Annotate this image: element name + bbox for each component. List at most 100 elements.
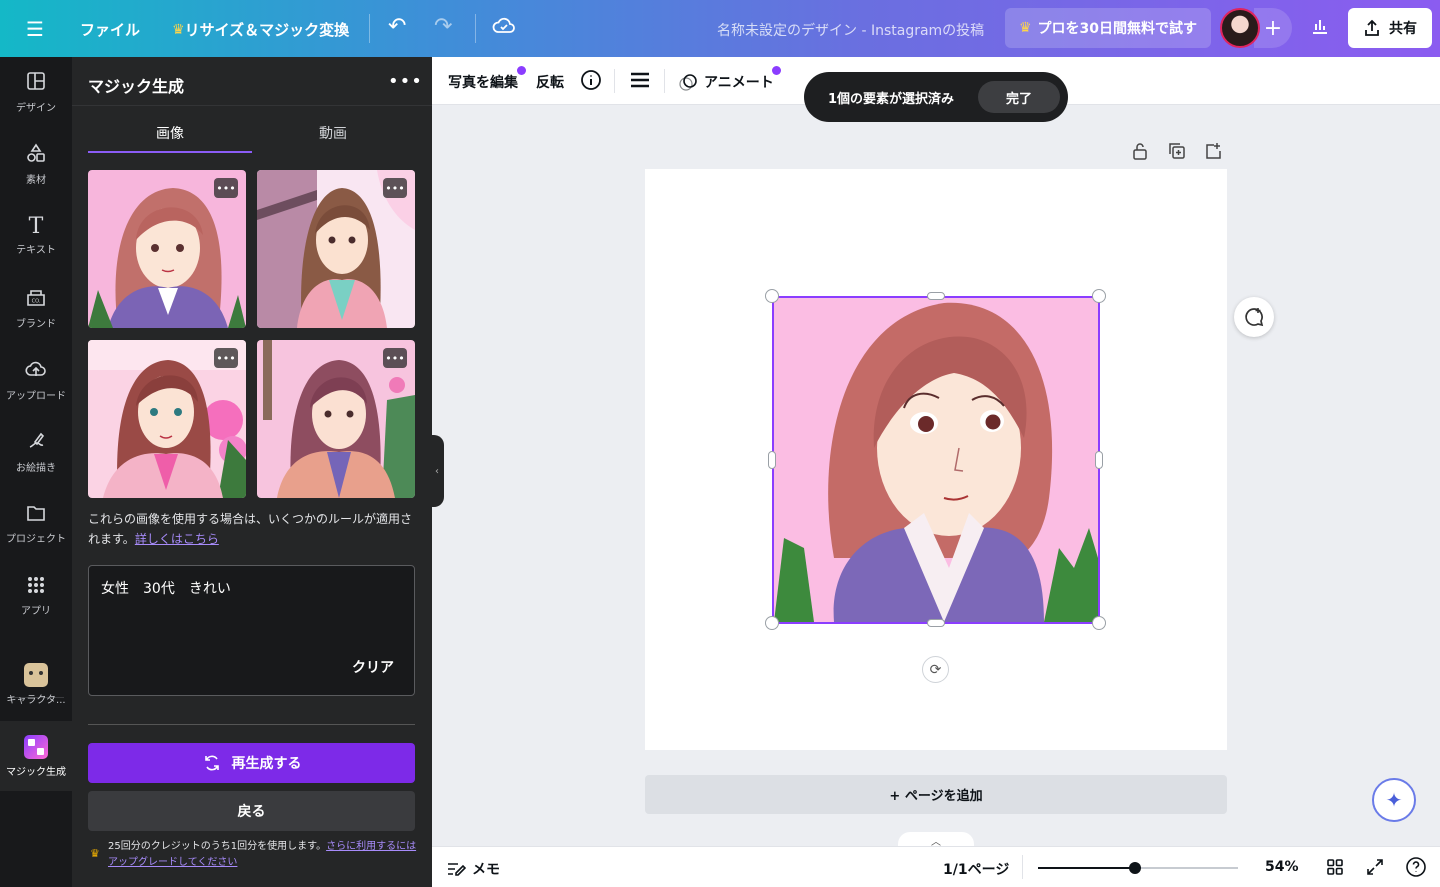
- rail-label: ブランド: [16, 318, 56, 330]
- lock-icon[interactable]: [1132, 142, 1148, 164]
- document-title[interactable]: 名称未設定のデザイン - Instagramの投稿: [717, 20, 984, 40]
- resize-handle-right[interactable]: [1095, 451, 1103, 469]
- rail-item-elements[interactable]: 素材: [0, 129, 72, 199]
- resize-magic-button[interactable]: ♛ リサイズ＆マジック変換: [172, 19, 349, 40]
- rail-label: 素材: [26, 174, 46, 186]
- resize-handle-bottom-left[interactable]: [765, 616, 779, 630]
- back-button[interactable]: 戻る: [88, 791, 415, 831]
- rotate-handle-icon[interactable]: ⟳: [922, 656, 949, 683]
- grid-view-icon[interactable]: [1326, 858, 1344, 876]
- share-icon: [1365, 19, 1379, 36]
- add-page-icon[interactable]: [1204, 142, 1222, 164]
- selection-toast: 1個の要素が選択済み 完了: [804, 72, 1068, 122]
- magic-media-icon: [24, 734, 48, 759]
- rail-item-magic-media[interactable]: マジック生成: [0, 721, 72, 791]
- resize-handle-bottom[interactable]: [927, 619, 945, 627]
- refresh-icon: [204, 755, 219, 771]
- help-icon[interactable]: [1405, 856, 1427, 878]
- rail-label: プロジェクト: [6, 533, 66, 545]
- tab-image[interactable]: 画像: [156, 123, 184, 143]
- upload-icon: [25, 359, 47, 383]
- selection-count-label: 1個の要素が選択済み: [828, 92, 955, 107]
- resize-handle-top[interactable]: [927, 292, 945, 300]
- page-indicator[interactable]: 1/1ページ: [943, 859, 1009, 879]
- scroll-fade: [88, 722, 415, 726]
- rail-label: お絵描き: [16, 462, 56, 474]
- magic-media-panel: マジック生成 ••• 画像 動画 ••• ••• ••• ••• これらの画像を…: [72, 57, 432, 887]
- side-rail: デザイン 素材 T テキスト CO. ブランド アップロード お絵描き プロジェ…: [0, 57, 72, 887]
- cloud-save-icon[interactable]: [492, 15, 516, 37]
- rail-label: アップロード: [6, 390, 66, 402]
- redo-icon[interactable]: ↷: [434, 14, 452, 39]
- selected-image[interactable]: [772, 296, 1100, 624]
- zoom-level[interactable]: 54%: [1265, 859, 1299, 875]
- generated-image-1[interactable]: •••: [88, 170, 246, 328]
- apps-icon: [27, 576, 45, 598]
- layout-icon: [26, 71, 46, 95]
- rail-item-draw[interactable]: お絵描き: [0, 417, 72, 487]
- image-options-button[interactable]: •••: [383, 178, 407, 198]
- rail-label: マジック生成: [6, 766, 66, 778]
- prompt-textarea[interactable]: 女性 30代 きれい クリア: [88, 565, 415, 696]
- image-options-button[interactable]: •••: [214, 178, 238, 198]
- active-tab-indicator: [88, 151, 252, 153]
- resize-handle-bottom-right[interactable]: [1092, 616, 1106, 630]
- share-button[interactable]: 共有: [1348, 8, 1432, 48]
- zoom-slider-knob[interactable]: [1129, 862, 1141, 874]
- zoom-slider[interactable]: [1038, 862, 1238, 874]
- folder-icon: [26, 504, 46, 526]
- prompt-value: 女性 30代 きれい: [101, 581, 231, 597]
- rail-item-brand[interactable]: CO. ブランド: [0, 273, 72, 343]
- bottom-bar: メモ 1/1ページ 54%: [432, 846, 1440, 887]
- learn-more-link[interactable]: 詳しくはこちら: [135, 532, 219, 546]
- clear-button[interactable]: クリア: [352, 657, 394, 677]
- rail-item-apps[interactable]: アプリ: [0, 561, 72, 631]
- file-menu[interactable]: ファイル: [80, 19, 140, 40]
- collapse-panel-button[interactable]: ‹: [430, 435, 444, 507]
- resize-label: リサイズ＆マジック変換: [184, 21, 350, 39]
- generated-image-4[interactable]: •••: [257, 340, 415, 498]
- crown-icon: ♛: [172, 21, 185, 38]
- usage-rules-notice: これらの画像を使用する場合は、いくつかのルールが適用されます。詳しくはこちら: [88, 509, 416, 549]
- resize-handle-left[interactable]: [768, 451, 776, 469]
- rail-label: アプリ: [21, 605, 51, 617]
- rail-item-design[interactable]: デザイン: [0, 57, 72, 127]
- image-options-button[interactable]: •••: [383, 348, 407, 368]
- done-button[interactable]: 完了: [978, 81, 1060, 113]
- generated-image-2[interactable]: •••: [257, 170, 415, 328]
- add-comment-icon[interactable]: [1234, 297, 1274, 337]
- fullscreen-icon[interactable]: [1366, 858, 1384, 876]
- menu-icon[interactable]: ☰: [26, 17, 44, 41]
- pro-trial-label: プロを30日間無料で試す: [1037, 21, 1198, 37]
- add-page-button[interactable]: + ページを追加: [645, 775, 1227, 814]
- divider: [72, 105, 432, 106]
- info-icon[interactable]: [580, 69, 602, 91]
- border-style-icon[interactable]: [630, 71, 650, 89]
- rail-item-projects[interactable]: プロジェクト: [0, 489, 72, 559]
- tab-video[interactable]: 動画: [319, 123, 347, 143]
- image-options-button[interactable]: •••: [214, 348, 238, 368]
- pro-trial-button[interactable]: ♛ プロを30日間無料で試す: [1005, 8, 1211, 48]
- more-options-icon[interactable]: •••: [388, 71, 423, 92]
- regenerate-button[interactable]: 再生成する: [88, 743, 415, 783]
- divider: [614, 69, 615, 93]
- insights-icon[interactable]: [1310, 16, 1330, 36]
- rail-item-upload[interactable]: アップロード: [0, 345, 72, 415]
- resize-handle-top-left[interactable]: [765, 289, 779, 303]
- resize-handle-top-right[interactable]: [1092, 289, 1106, 303]
- flip-button[interactable]: 反転: [536, 72, 564, 92]
- edit-photo-button[interactable]: 写真を編集: [448, 72, 518, 92]
- rail-item-character[interactable]: キャラクタ...: [0, 649, 72, 719]
- svg-text:CO.: CO.: [32, 298, 41, 304]
- notification-dot: [772, 66, 781, 75]
- generated-image-3[interactable]: •••: [88, 340, 246, 498]
- magic-sparkle-icon[interactable]: ✦: [1372, 778, 1416, 822]
- brand-icon: CO.: [25, 287, 47, 311]
- rail-item-text[interactable]: T テキスト: [0, 201, 72, 271]
- animate-button[interactable]: アニメート: [678, 72, 774, 92]
- notes-button[interactable]: メモ: [446, 859, 500, 879]
- duplicate-page-icon[interactable]: [1168, 142, 1186, 164]
- avatar[interactable]: [1220, 8, 1260, 48]
- undo-icon[interactable]: ↶: [388, 14, 406, 39]
- notification-dot: [517, 66, 526, 75]
